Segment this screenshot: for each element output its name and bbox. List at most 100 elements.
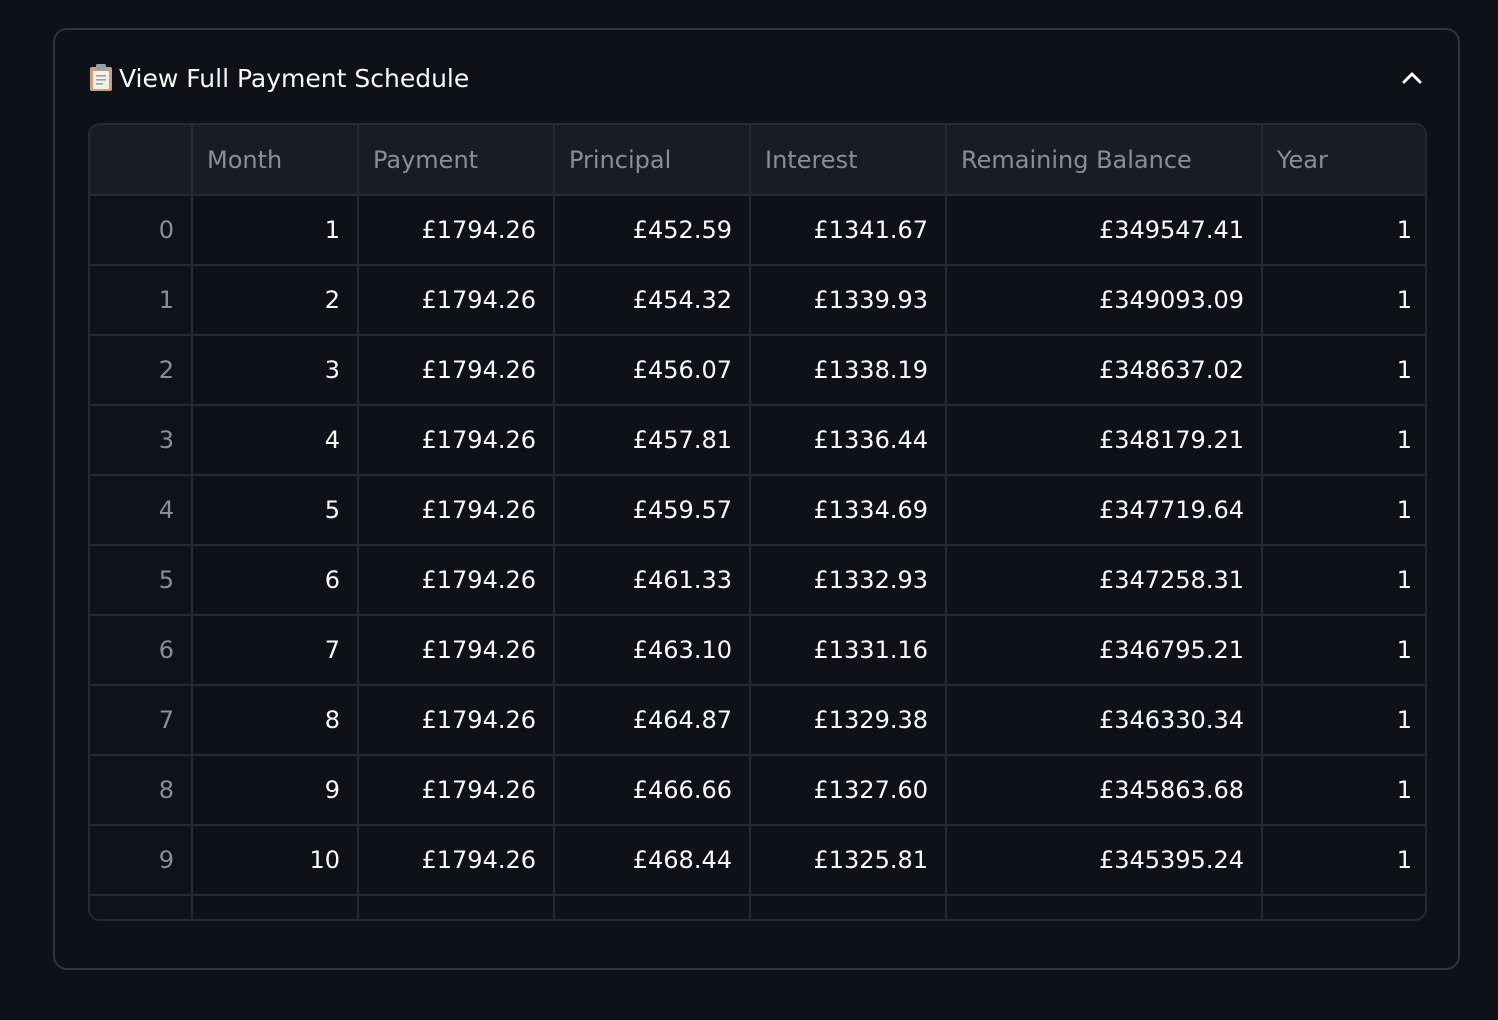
cell-year[interactable]: 1 <box>1262 265 1425 336</box>
header-row: Month Payment Principal Interest Remaining B… <box>90 125 1425 196</box>
cell-index[interactable]: 5 <box>90 545 193 616</box>
column-header-month[interactable]: Month <box>192 125 359 196</box>
cell-principal[interactable]: £454.32 <box>554 265 751 336</box>
cell-empty <box>1262 895 1425 919</box>
table-row[interactable]: 1 2 £1794.26 £454.32 £1339.93 £349093.09 1 <box>90 265 1425 336</box>
cell-remaining-balance[interactable]: £347258.31 <box>946 545 1263 616</box>
expander-title-wrap: View Full Payment Schedule <box>87 63 469 93</box>
cell-interest[interactable]: £1327.60 <box>750 755 947 826</box>
cell-month[interactable]: 7 <box>192 615 359 686</box>
cell-principal[interactable]: £468.44 <box>554 825 751 896</box>
cell-month[interactable]: 6 <box>192 545 359 616</box>
cell-month[interactable]: 4 <box>192 405 359 476</box>
table-row-partial <box>90 895 1425 919</box>
column-header-year[interactable]: Year <box>1262 125 1425 196</box>
cell-principal[interactable]: £464.87 <box>554 685 751 756</box>
column-header-interest[interactable]: Interest <box>750 125 947 196</box>
payment-schedule-table[interactable]: Month Payment Principal Interest Remaining B… <box>88 123 1427 921</box>
cell-interest[interactable]: £1341.67 <box>750 195 947 266</box>
cell-index[interactable]: 8 <box>90 755 193 826</box>
cell-index[interactable]: 1 <box>90 265 193 336</box>
column-header-principal[interactable]: Principal <box>554 125 751 196</box>
cell-index[interactable]: 2 <box>90 335 193 406</box>
cell-month[interactable]: 1 <box>192 195 359 266</box>
cell-empty <box>90 895 193 919</box>
cell-year[interactable]: 1 <box>1262 335 1425 406</box>
payment-schedule-expander: View Full Payment Schedule Month Payment P… <box>53 28 1460 970</box>
cell-index[interactable]: 9 <box>90 825 193 896</box>
cell-remaining-balance[interactable]: £349547.41 <box>946 195 1263 266</box>
cell-interest[interactable]: £1339.93 <box>750 265 947 336</box>
data-table: Month Payment Principal Interest Remaining B… <box>90 125 1425 919</box>
table-row[interactable]: 9 10 £1794.26 £468.44 £1325.81 £345395.24 1 <box>90 825 1425 896</box>
cell-month[interactable]: 5 <box>192 475 359 546</box>
cell-index[interactable]: 7 <box>90 685 193 756</box>
cell-payment[interactable]: £1794.26 <box>358 265 555 336</box>
cell-payment[interactable]: £1794.26 <box>358 195 555 266</box>
cell-year[interactable]: 1 <box>1262 755 1425 826</box>
cell-month[interactable]: 9 <box>192 755 359 826</box>
cell-year[interactable]: 1 <box>1262 545 1425 616</box>
cell-interest[interactable]: £1329.38 <box>750 685 947 756</box>
cell-principal[interactable]: £466.66 <box>554 755 751 826</box>
cell-index[interactable]: 3 <box>90 405 193 476</box>
cell-principal[interactable]: £452.59 <box>554 195 751 266</box>
cell-remaining-balance[interactable]: £345863.68 <box>946 755 1263 826</box>
table-row[interactable]: 5 6 £1794.26 £461.33 £1332.93 £347258.31 1 <box>90 545 1425 616</box>
cell-year[interactable]: 1 <box>1262 475 1425 546</box>
cell-interest[interactable]: £1331.16 <box>750 615 947 686</box>
cell-interest[interactable]: £1334.69 <box>750 475 947 546</box>
cell-principal[interactable]: £463.10 <box>554 615 751 686</box>
cell-index[interactable]: 6 <box>90 615 193 686</box>
cell-year[interactable]: 1 <box>1262 825 1425 896</box>
table-row[interactable]: 6 7 £1794.26 £463.10 £1331.16 £346795.21 1 <box>90 615 1425 686</box>
cell-interest[interactable]: £1325.81 <box>750 825 947 896</box>
cell-payment[interactable]: £1794.26 <box>358 615 555 686</box>
cell-principal[interactable]: £457.81 <box>554 405 751 476</box>
cell-index[interactable]: 0 <box>90 195 193 266</box>
cell-year[interactable]: 1 <box>1262 195 1425 266</box>
column-header-index[interactable] <box>90 125 193 196</box>
cell-month[interactable]: 3 <box>192 335 359 406</box>
cell-remaining-balance[interactable]: £347719.64 <box>946 475 1263 546</box>
cell-remaining-balance[interactable]: £348637.02 <box>946 335 1263 406</box>
cell-month[interactable]: 8 <box>192 685 359 756</box>
cell-empty <box>946 895 1263 919</box>
cell-principal[interactable]: £456.07 <box>554 335 751 406</box>
cell-empty <box>554 895 751 919</box>
table-row[interactable]: 4 5 £1794.26 £459.57 £1334.69 £347719.64 1 <box>90 475 1425 546</box>
cell-empty <box>750 895 947 919</box>
cell-payment[interactable]: £1794.26 <box>358 825 555 896</box>
cell-remaining-balance[interactable]: £349093.09 <box>946 265 1263 336</box>
cell-interest[interactable]: £1338.19 <box>750 335 947 406</box>
table-row[interactable]: 8 9 £1794.26 £466.66 £1327.60 £345863.68 1 <box>90 755 1425 826</box>
table-row[interactable]: 2 3 £1794.26 £456.07 £1338.19 £348637.02 1 <box>90 335 1425 406</box>
cell-payment[interactable]: £1794.26 <box>358 755 555 826</box>
table-row[interactable]: 3 4 £1794.26 £457.81 £1336.44 £348179.21 1 <box>90 405 1425 476</box>
cell-year[interactable]: 1 <box>1262 685 1425 756</box>
expander-header[interactable]: View Full Payment Schedule <box>87 58 1426 98</box>
cell-payment[interactable]: £1794.26 <box>358 475 555 546</box>
column-header-payment[interactable]: Payment <box>358 125 555 196</box>
cell-remaining-balance[interactable]: £348179.21 <box>946 405 1263 476</box>
cell-remaining-balance[interactable]: £346795.21 <box>946 615 1263 686</box>
column-header-remaining-balance[interactable]: Remaining Balance <box>946 125 1263 196</box>
cell-payment[interactable]: £1794.26 <box>358 545 555 616</box>
chevron-up-icon[interactable] <box>1398 64 1426 92</box>
cell-remaining-balance[interactable]: £345395.24 <box>946 825 1263 896</box>
cell-payment[interactable]: £1794.26 <box>358 335 555 406</box>
cell-index[interactable]: 4 <box>90 475 193 546</box>
cell-year[interactable]: 1 <box>1262 405 1425 476</box>
cell-principal[interactable]: £461.33 <box>554 545 751 616</box>
table-row[interactable]: 7 8 £1794.26 £464.87 £1329.38 £346330.34 1 <box>90 685 1425 756</box>
cell-principal[interactable]: £459.57 <box>554 475 751 546</box>
table-row[interactable]: 0 1 £1794.26 £452.59 £1341.67 £349547.41 1 <box>90 195 1425 266</box>
cell-payment[interactable]: £1794.26 <box>358 685 555 756</box>
cell-interest[interactable]: £1332.93 <box>750 545 947 616</box>
cell-interest[interactable]: £1336.44 <box>750 405 947 476</box>
cell-payment[interactable]: £1794.26 <box>358 405 555 476</box>
cell-month[interactable]: 10 <box>192 825 359 896</box>
cell-remaining-balance[interactable]: £346330.34 <box>946 685 1263 756</box>
cell-month[interactable]: 2 <box>192 265 359 336</box>
cell-year[interactable]: 1 <box>1262 615 1425 686</box>
